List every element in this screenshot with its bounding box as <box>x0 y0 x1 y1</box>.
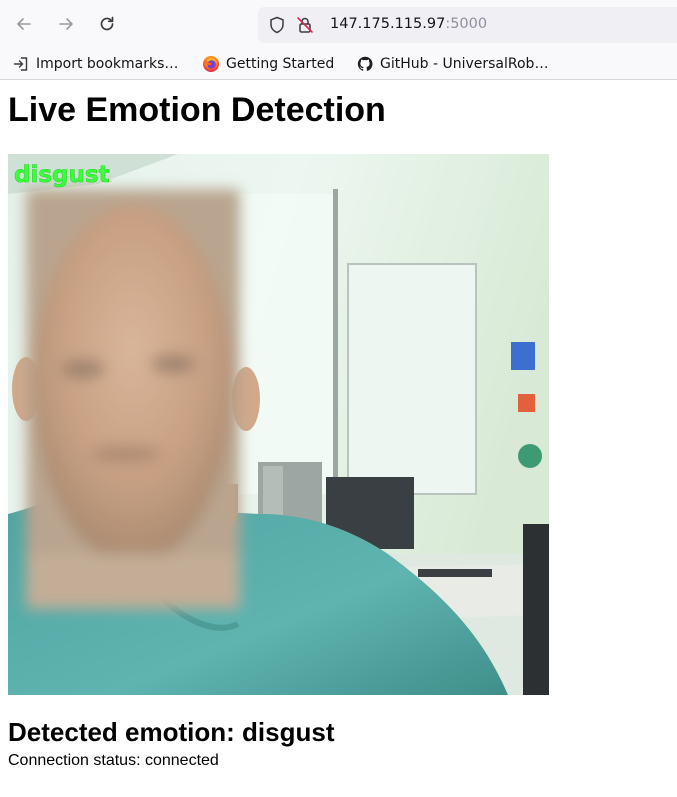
bookmark-label: Getting Started <box>226 56 335 72</box>
blurred-face <box>26 189 240 609</box>
bookmark-github[interactable]: GitHub - UniversalRob… <box>356 54 548 74</box>
whiteboard <box>347 263 477 495</box>
arrow-right-icon <box>59 18 73 30</box>
insecure-lock-icon[interactable] <box>296 16 314 34</box>
github-icon <box>356 55 374 73</box>
url-host: 147.175.115.97 <box>330 16 446 32</box>
emotion-overlay-label: disgust <box>14 162 110 188</box>
video-stream: disgust <box>8 154 549 695</box>
url-text: 147.175.115.97:5000 <box>330 16 487 32</box>
connection-status: Connection status: connected <box>8 751 219 771</box>
shield-icon[interactable] <box>268 16 286 34</box>
orange-square <box>518 394 535 412</box>
browser-toolbar: 147.175.115.97:5000 <box>0 0 677 48</box>
url-port: :5000 <box>445 16 488 32</box>
bookmarks-toolbar: Import bookmarks… Getting Started GitHub… <box>0 48 677 80</box>
arrow-left-icon <box>17 18 31 30</box>
chair <box>523 524 549 695</box>
detected-emotion-prefix: Detected emotion: <box>8 717 243 747</box>
back-button[interactable] <box>10 10 38 38</box>
connection-status-value: connected <box>144 752 219 769</box>
connection-status-prefix: Connection status: <box>8 752 145 769</box>
reload-button[interactable] <box>93 10 121 38</box>
detected-emotion-value: disgust <box>242 717 335 747</box>
forward-button[interactable] <box>52 10 80 38</box>
blue-square <box>511 342 535 370</box>
url-bar[interactable]: 147.175.115.97:5000 <box>258 7 677 43</box>
bookmark-getting-started[interactable]: Getting Started <box>202 54 334 74</box>
import-icon <box>12 55 30 73</box>
page-title: Live Emotion Detection <box>8 91 386 129</box>
green-circle <box>518 444 542 468</box>
detected-emotion-heading: Detected emotion: disgust <box>8 716 334 748</box>
reload-icon <box>100 16 114 31</box>
firefox-icon <box>202 55 220 73</box>
bookmark-label: Import bookmarks… <box>36 56 179 72</box>
bookmark-import[interactable]: Import bookmarks… <box>12 54 178 74</box>
bookmark-label: GitHub - UniversalRob… <box>380 56 549 72</box>
